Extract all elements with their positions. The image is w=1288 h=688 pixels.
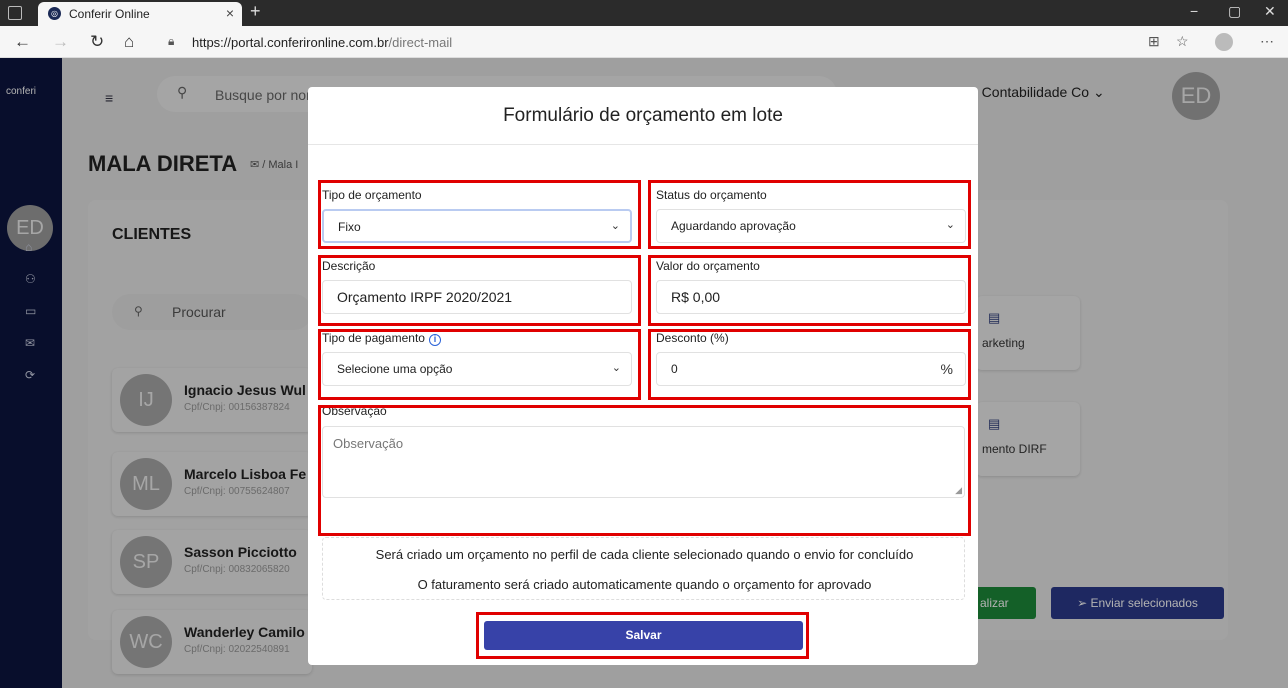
browser-tab[interactable]: ◎ Conferir Online × — [38, 2, 242, 26]
observacao-label: Observação — [322, 404, 387, 418]
maximize-icon[interactable]: ▢ — [1228, 3, 1241, 20]
reload-icon[interactable]: ↻ — [90, 32, 104, 52]
observacao-textarea[interactable]: Observação ◢ — [322, 426, 965, 498]
app-available-icon[interactable]: ⊞ — [1148, 33, 1160, 50]
status-orcamento-label: Status do orçamento — [656, 188, 767, 202]
tab-actions-icon[interactable] — [8, 6, 22, 20]
forward-icon[interactable]: → — [52, 32, 69, 52]
info-icon[interactable]: i — [428, 334, 441, 346]
status-orcamento-select[interactable]: Aguardando aprovação ⌄ — [656, 209, 966, 243]
tipo-orcamento-value: Fixo — [338, 220, 361, 234]
desconto-value: 0 — [671, 362, 678, 376]
valor-orcamento-input[interactable]: R$ 0,00 — [656, 280, 966, 314]
desconto-label: Desconto (%) — [656, 331, 729, 345]
chevron-down-icon: ⌄ — [611, 362, 621, 374]
save-button[interactable]: Salvar — [484, 621, 803, 650]
info-line: Será criado um orçamento no perfil de ca… — [375, 547, 914, 562]
status-orcamento-value: Aguardando aprovação — [671, 219, 796, 233]
address-bar-row: ← → ↻ ⌂ 🔒︎ https://portal.conferironline… — [0, 26, 1288, 58]
tipo-orcamento-label: Tipo de orçamento — [322, 188, 422, 202]
tipo-orcamento-select[interactable]: Fixo ⌄ — [322, 209, 632, 243]
lock-icon: 🔒︎ — [168, 34, 175, 48]
descricao-label: Descrição — [322, 259, 376, 273]
tipo-pagamento-select[interactable]: Selecione uma opção ⌄ — [322, 352, 632, 386]
browser-tab-bar: ◎ Conferir Online × + − ▢ ✕ — [0, 0, 1288, 26]
url-field[interactable]: 🔒︎ https://portal.conferironline.com.br/… — [158, 30, 1128, 54]
favorites-icon[interactable]: ☆ — [1176, 33, 1189, 50]
home-icon[interactable]: ⌂ — [124, 32, 134, 52]
tipo-pagamento-label: Tipo de pagamento i — [322, 331, 441, 346]
observacao-placeholder: Observação — [333, 436, 404, 451]
site-favicon-icon: ◎ — [48, 7, 61, 20]
descricao-value: Orçamento IRPF 2020/2021 — [337, 289, 513, 305]
modal-title: Formulário de orçamento em lote — [503, 105, 783, 126]
info-box: Será criado um orçamento no perfil de ca… — [322, 537, 965, 600]
chevron-down-icon: ⌄ — [610, 220, 620, 232]
more-options-icon[interactable]: ⋯ — [1260, 33, 1274, 50]
close-tab-icon[interactable]: × — [226, 5, 234, 21]
modal-divider — [308, 144, 978, 145]
valor-orcamento-value: R$ 0,00 — [671, 289, 721, 305]
valor-orcamento-label: Valor do orçamento — [656, 259, 760, 273]
chevron-down-icon: ⌄ — [945, 219, 955, 231]
info-line: O faturamento será criado automaticament… — [417, 577, 872, 592]
back-icon[interactable]: ← — [14, 32, 31, 52]
percent-suffix: % — [940, 361, 953, 377]
new-tab-button[interactable]: + — [250, 1, 261, 22]
tipo-pagamento-value: Selecione uma opção — [337, 362, 453, 376]
close-window-icon[interactable]: ✕ — [1264, 3, 1276, 20]
resize-handle-icon[interactable]: ◢ — [955, 485, 962, 496]
url-text: https://portal.conferironline.com.br/dir… — [192, 35, 453, 50]
tab-title: Conferir Online — [69, 7, 150, 21]
minimize-icon[interactable]: − — [1190, 3, 1198, 19]
profile-avatar[interactable] — [1215, 33, 1233, 51]
descricao-input[interactable]: Orçamento IRPF 2020/2021 — [322, 280, 632, 314]
desconto-input[interactable]: 0 % — [656, 352, 966, 386]
